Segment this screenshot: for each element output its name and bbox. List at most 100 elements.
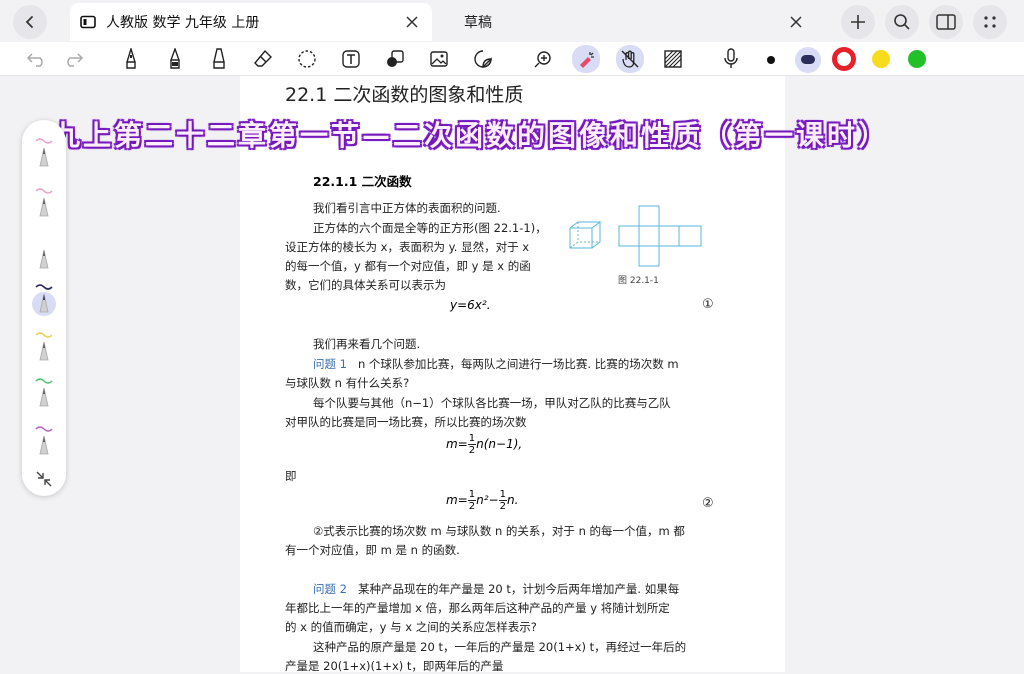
redo-button[interactable] <box>60 46 86 72</box>
pattern-icon <box>664 50 682 68</box>
fountain-pen-tool[interactable] <box>162 46 188 72</box>
close-icon[interactable] <box>402 12 422 32</box>
collapse-icon[interactable] <box>35 470 53 488</box>
question-text: 某种产品现在的年产量是 20 t，计划今后两年增加产量. 如果每 <box>357 582 680 596</box>
laser-pointer-icon <box>580 52 594 68</box>
hand-tool[interactable] <box>616 45 644 73</box>
eraser-icon <box>254 49 272 67</box>
question-1-text: 问题 1 n 个球队参加比赛，每两队之间进行一场比赛. 比赛的场次数 m <box>313 356 679 372</box>
highlighter-tool[interactable] <box>206 46 232 72</box>
tab-textbook[interactable]: 人教版 数学 九年级 上册 <box>70 3 432 41</box>
highlighter-icon <box>213 48 225 69</box>
chevron-left-icon <box>25 16 33 28</box>
pen-icon <box>126 48 136 69</box>
paragraph: 这种产品的原产量是 20 t，一年后的产量是 20(1+x) t，再经过一年后的 <box>313 640 687 654</box>
fraction: 12 <box>498 489 507 512</box>
fraction-denominator: 2 <box>468 501 476 512</box>
color-swatch-navy-selected[interactable] <box>795 47 821 73</box>
equation-number: ② <box>702 496 714 511</box>
cube-net-figure <box>618 205 702 267</box>
paragraph: 我们看引言中正方体的表面积的问题. <box>313 201 501 215</box>
paragraph: 的每一个值，y 都有一个对应值，即 y 是 x 的函 <box>285 259 531 273</box>
more-button[interactable] <box>973 5 1007 39</box>
equation-part: m= <box>446 493 468 507</box>
color-swatch-black[interactable] <box>767 56 775 64</box>
undo-icon <box>26 53 43 67</box>
pen-preset-icon[interactable] <box>30 186 58 220</box>
pen-preset-icon[interactable] <box>30 424 58 458</box>
close-icon[interactable] <box>786 12 806 32</box>
equation-1: y=6x². <box>450 298 491 312</box>
pen-preset-icon[interactable] <box>30 376 58 410</box>
subsection-title: 22.1.1 二次函数 <box>313 174 412 189</box>
fraction: 12 <box>467 433 477 456</box>
image-tool[interactable] <box>426 46 452 72</box>
more-dots-icon <box>984 16 996 28</box>
color-swatch-red[interactable] <box>832 47 856 71</box>
zoom-tool[interactable] <box>530 46 556 72</box>
fraction: 12 <box>467 489 477 512</box>
add-tab-button[interactable] <box>841 5 875 39</box>
pen-preset-icon[interactable] <box>30 136 58 170</box>
record-button[interactable] <box>718 46 744 72</box>
paragraph: 的 x 的值而确定，y 与 x 之间的关系应怎样表示? <box>285 620 537 634</box>
equation-part: m= <box>446 437 468 451</box>
pen-preset-icon[interactable] <box>30 238 58 272</box>
search-icon <box>894 14 910 30</box>
paragraph: 我们再来看几个问题. <box>313 337 421 351</box>
split-view-button[interactable] <box>929 5 963 39</box>
color-swatch-yellow[interactable] <box>872 50 890 68</box>
paragraph: 数，它们的具体关系可以表示为 <box>285 278 446 292</box>
tab-bar: 人教版 数学 九年级 上册 草稿 <box>0 0 1024 42</box>
sticker-tool[interactable] <box>470 46 496 72</box>
question-2-text: 问题 2 某种产品现在的年产量是 20 t，计划今后两年增加产量. 如果每 <box>313 581 679 597</box>
pen-preset-panel <box>22 120 66 496</box>
tab-draft[interactable]: 草稿 <box>448 3 820 41</box>
tab-title: 人教版 数学 九年级 上册 <box>106 15 260 31</box>
image-icon <box>430 51 448 67</box>
canvas-margin-right <box>785 76 1024 672</box>
paragraph: 即 <box>285 469 297 483</box>
pen-tool[interactable] <box>118 46 144 72</box>
question-label: 问题 2 <box>313 582 347 596</box>
undo-button[interactable] <box>24 46 50 72</box>
tab-title: 草稿 <box>464 15 492 31</box>
fraction-denominator: 2 <box>499 501 506 512</box>
plus-icon <box>851 15 865 29</box>
text-tool[interactable] <box>338 46 364 72</box>
section-title: 22.1 二次函数的图象和性质 <box>285 84 524 106</box>
paragraph: 设正方体的棱长为 x，表面积为 y. 显然，对于 x <box>285 240 530 254</box>
shape-tool[interactable] <box>382 46 408 72</box>
zoom-in-icon <box>534 51 551 68</box>
back-button[interactable] <box>13 5 47 39</box>
overlay-title: 九上第二十二章第一节—二次函数的图像和性质（第一课时） <box>52 119 890 152</box>
equation-2: m= 1 2 n(n−1), <box>446 433 522 456</box>
paragraph: 有一个对应值，即 m 是 n 的函数. <box>285 543 460 557</box>
book-icon <box>80 15 96 29</box>
equation-number: ① <box>702 297 714 312</box>
hand-icon <box>621 50 639 68</box>
question-label: 问题 1 <box>313 357 347 371</box>
fraction-numerator: 1 <box>467 433 477 445</box>
fraction-numerator: 1 <box>467 489 477 501</box>
color-swatch-green[interactable] <box>908 50 926 68</box>
search-button[interactable] <box>885 5 919 39</box>
shape-icon <box>387 50 404 67</box>
paragraph: 正方体的六个面是全等的正方形(图 22.1-1)， <box>313 221 547 235</box>
paragraph: 与球队数 n 有什么关系? <box>285 376 410 390</box>
question-text: n 个球队参加比赛，每两队之间进行一场比赛. 比赛的场次数 m <box>357 357 679 371</box>
eraser-tool[interactable] <box>250 46 276 72</box>
cube-figure <box>569 221 602 249</box>
pen-preset-icon[interactable] <box>30 330 58 364</box>
drawing-toolbar <box>0 42 1024 76</box>
figure-caption: 图 22.1-1 <box>618 276 659 286</box>
lasso-tool[interactable] <box>294 46 320 72</box>
fraction-numerator: 1 <box>498 489 507 501</box>
fountain-pen-icon <box>170 48 180 69</box>
paragraph: 年都比上一年的产量增加 x 倍，那么两年后这种产品的产量 y 将随计划所定 <box>285 601 670 615</box>
pattern-tool[interactable] <box>660 46 686 72</box>
equation-part: n²− <box>476 493 499 507</box>
pen-preset-icon-selected[interactable] <box>30 282 58 316</box>
laser-pointer-tool[interactable] <box>572 45 600 73</box>
sidebar-icon <box>936 14 956 30</box>
